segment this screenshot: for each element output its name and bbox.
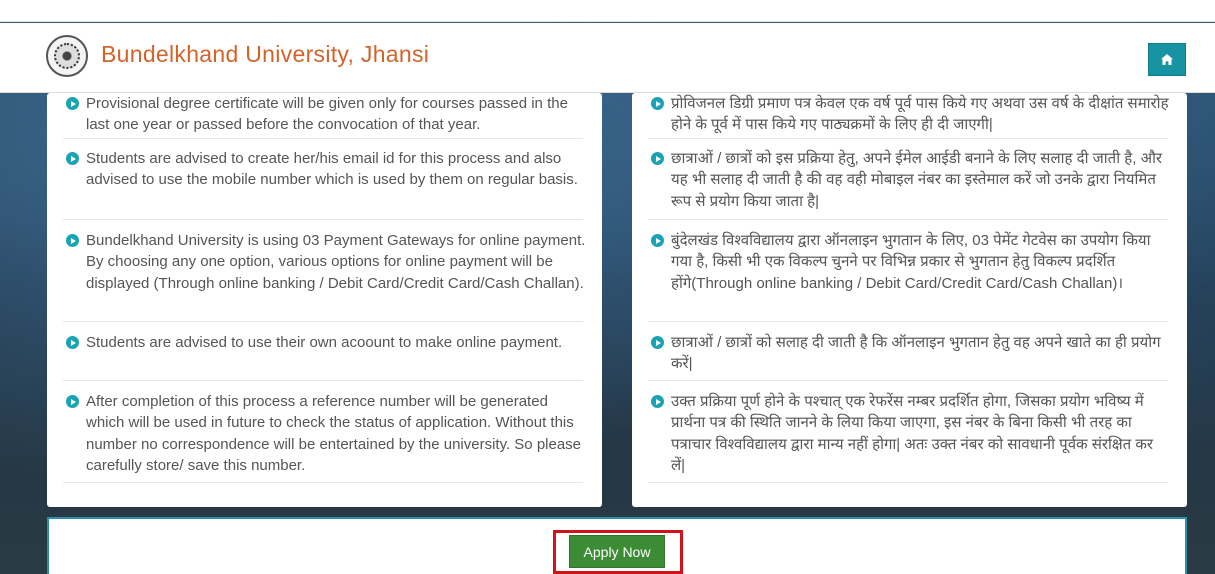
arrow-circle-right-icon [66, 336, 79, 349]
list-item: उक्त प्रक्रिया पूर्ण होने के पश्चात् एक … [648, 391, 1168, 483]
arrow-circle-right-icon [66, 97, 79, 110]
arrow-circle-right-icon [651, 152, 664, 165]
list-item: Bundelkhand University is using 03 Payme… [63, 230, 586, 322]
arrow-circle-right-icon [66, 395, 79, 408]
site-header: Bundelkhand University, Jhansi [0, 23, 1215, 93]
university-seal-icon[interactable] [46, 35, 88, 77]
list-item: Provisional degree certificate will be g… [63, 93, 583, 139]
list-item: छात्राओं / छात्रों को सलाह दी जाती है कि… [648, 332, 1168, 381]
instruction-text: Provisional degree certificate will be g… [86, 95, 568, 134]
list-item: छात्राओं / छात्रों को इस प्रक्रिया हेतु,… [648, 148, 1168, 220]
arrow-circle-right-icon [66, 152, 79, 165]
instructions-card-english: Provisional degree certificate will be g… [47, 93, 602, 507]
list-item: After completion of this process a refer… [63, 391, 583, 483]
home-button[interactable] [1148, 43, 1186, 76]
instructions-card-hindi: प्रोविजनल डिग्री प्रमाण पत्र केवल एक वर्… [632, 93, 1187, 507]
instruction-text: After completion of this process a refer… [86, 393, 582, 474]
instruction-text: उक्त प्रक्रिया पूर्ण होने के पश्चात् एक … [671, 393, 1154, 474]
top-strip [0, 0, 1215, 22]
apply-now-button[interactable]: Apply Now [569, 535, 665, 568]
instruction-text: छात्राओं / छात्रों को सलाह दी जाती है कि… [671, 334, 1161, 373]
list-item: बुंदेलखंड विश्वविद्यालय द्वारा ऑनलाइन भु… [648, 230, 1168, 322]
arrow-circle-right-icon [651, 97, 664, 110]
list-item: Students are advised to create her/his e… [63, 148, 583, 220]
instruction-text: छात्राओं / छात्रों को इस प्रक्रिया हेतु,… [671, 150, 1163, 210]
arrow-circle-right-icon [651, 336, 664, 349]
home-icon [1161, 54, 1173, 65]
arrow-circle-right-icon [66, 234, 79, 247]
list-item: प्रोविजनल डिग्री प्रमाण पत्र केवल एक वर्… [648, 93, 1169, 139]
instruction-text: Bundelkhand University is using 03 Payme… [86, 232, 586, 292]
instruction-text: Students are advised to create her/his e… [86, 150, 578, 189]
arrow-circle-right-icon [651, 395, 664, 408]
instruction-text: Students are advised to use their own ac… [86, 334, 563, 351]
instruction-text: बुंदेलखंड विश्वविद्यालय द्वारा ऑनलाइन भु… [671, 232, 1151, 292]
instruction-text: प्रोविजनल डिग्री प्रमाण पत्र केवल एक वर्… [671, 95, 1169, 134]
site-title[interactable]: Bundelkhand University, Jhansi [101, 41, 429, 68]
list-item: Students are advised to use their own ac… [63, 332, 583, 381]
arrow-circle-right-icon [651, 234, 664, 247]
